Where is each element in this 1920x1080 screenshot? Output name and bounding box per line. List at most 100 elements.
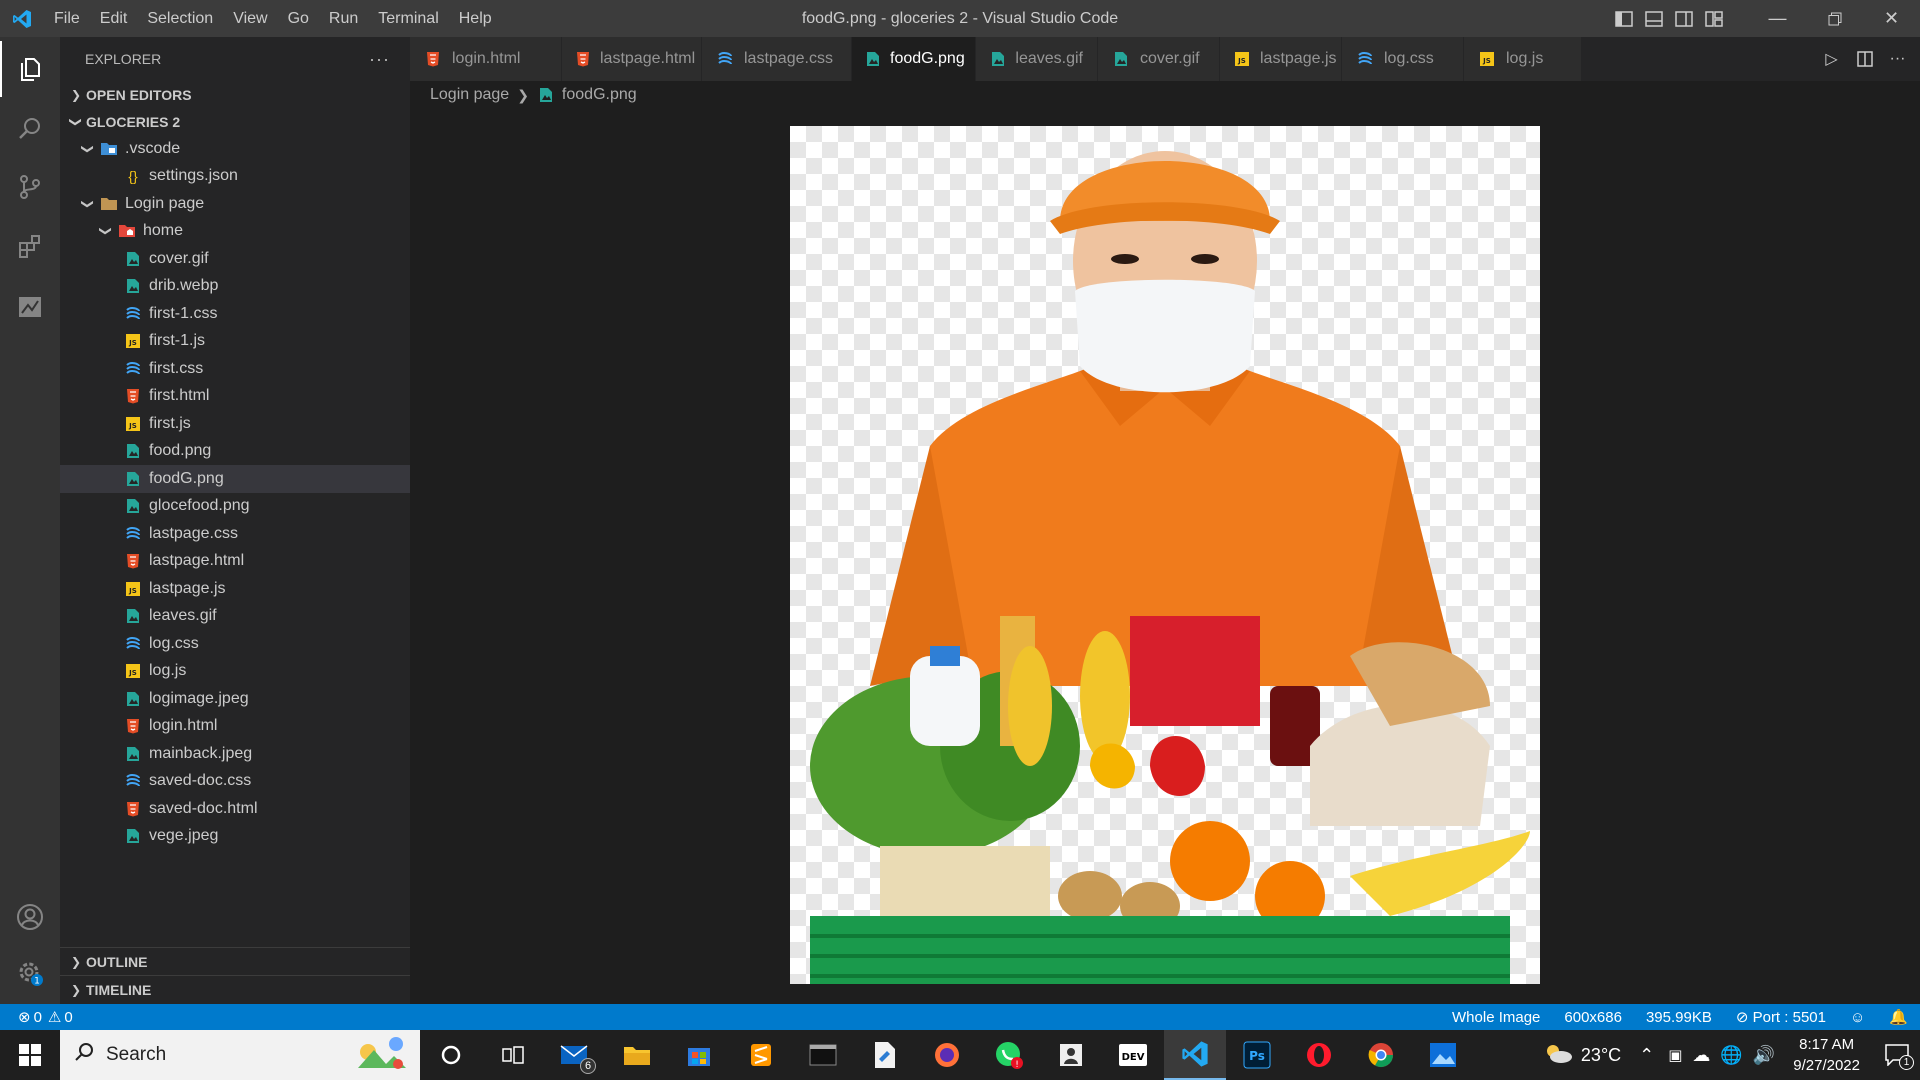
photoshop-icon[interactable]: Ps [1226,1030,1288,1080]
chrome-icon[interactable] [1350,1030,1412,1080]
dev-to-icon[interactable]: DEV [1102,1030,1164,1080]
tree-folder[interactable]: ❯ Login page [60,190,410,218]
network-globe-icon[interactable]: 🌐 [1720,1045,1742,1066]
split-editor-icon[interactable] [1848,51,1881,67]
restore-button[interactable] [1806,0,1863,37]
extensions-icon[interactable] [0,219,60,275]
close-window-button[interactable]: ✕ [1863,0,1920,37]
tree-file[interactable]: leaves.gif [60,603,410,631]
menu-selection[interactable]: Selection [137,0,223,37]
live-server-port[interactable]: ⊘ Port : 5501 [1724,1008,1838,1026]
tree-file[interactable]: first.html [60,383,410,411]
terminal-icon[interactable] [792,1030,854,1080]
toggle-secondary-sidebar-icon[interactable] [1669,0,1699,37]
menu-edit[interactable]: Edit [90,0,138,37]
toggle-panel-icon[interactable] [1639,0,1669,37]
tree-file[interactable]: logimage.jpeg [60,685,410,713]
tree-file[interactable]: cover.gif [60,245,410,273]
search-icon[interactable] [0,101,60,157]
document-editor-icon[interactable] [854,1030,916,1080]
breadcrumb-file[interactable]: foodG.png [562,86,637,104]
menu-view[interactable]: View [223,0,277,37]
tab-cover-gif[interactable]: cover.gif [1098,37,1220,81]
tree-file[interactable]: JS lastpage.js [60,575,410,603]
tab-lastpage-js[interactable]: JS lastpage.js [1220,37,1342,81]
breadcrumb-folder[interactable]: Login page [430,86,509,104]
mail-icon[interactable]: 6 [544,1030,606,1080]
zoom-status[interactable]: Whole Image [1440,1009,1552,1026]
menu-go[interactable]: Go [278,0,319,37]
weather-icon[interactable] [1543,1041,1573,1070]
open-editors-section[interactable]: ❯ OPEN EDITORS [60,81,410,108]
tab-lastpage-css[interactable]: lastpage.css [702,37,852,81]
task-view-icon[interactable] [482,1030,544,1080]
manage-gear-icon[interactable]: 1 [0,945,60,1001]
feedback-icon[interactable]: ☺ [1838,1009,1877,1026]
volume-icon[interactable]: 🔊 [1753,1045,1775,1066]
more-actions-icon[interactable]: ··· [369,49,390,70]
explorer-icon[interactable] [0,41,60,97]
tree-file[interactable]: food.png [60,438,410,466]
onedrive-cloud-icon[interactable]: ☁ [1692,1045,1710,1066]
menu-terminal[interactable]: Terminal [368,0,448,37]
tree-file[interactable]: JS log.js [60,658,410,686]
minimize-button[interactable]: — [1749,0,1806,37]
taskbar-search[interactable]: Search [60,1030,420,1080]
whatsapp-icon[interactable]: ! [978,1030,1040,1080]
sublime-text-icon[interactable] [730,1030,792,1080]
tree-file[interactable]: first.css [60,355,410,383]
tree-file[interactable]: JS first.js [60,410,410,438]
tab-log-css[interactable]: log.css [1342,37,1464,81]
cortana-icon[interactable] [420,1030,482,1080]
tree-file[interactable]: JS first-1.js [60,328,410,356]
source-control-icon[interactable] [0,159,60,215]
tree-file[interactable]: log.css [60,630,410,658]
tree-folder[interactable]: ❯ .vscode [60,135,410,163]
tree-file[interactable]: first-1.css [60,300,410,328]
toggle-primary-sidebar-icon[interactable] [1609,0,1639,37]
tab-login-html[interactable]: login.html [410,37,562,81]
temperature[interactable]: 23°C [1581,1045,1621,1066]
tree-file[interactable]: mainback.jpeg [60,740,410,768]
customize-layout-icon[interactable] [1699,0,1729,37]
firefox-icon[interactable] [916,1030,978,1080]
outline-section[interactable]: ❯ OUTLINE [60,948,410,975]
windows-start-icon[interactable] [0,1030,60,1080]
tab-leaves-gif[interactable]: leaves.gif [976,37,1098,81]
microsoft-store-icon[interactable] [668,1030,730,1080]
tree-folder[interactable]: ❯ home [60,218,410,246]
tree-file[interactable]: glocefood.png [60,493,410,521]
tree-file[interactable]: login.html [60,713,410,741]
tab-log-js[interactable]: JS log.js [1464,37,1582,81]
tree-file[interactable]: saved-doc.html [60,795,410,823]
menu-help[interactable]: Help [449,0,502,37]
image-preview[interactable] [790,126,1540,984]
tree-file[interactable]: lastpage.html [60,548,410,576]
run-icon[interactable]: ▷ [1815,49,1848,69]
tree-file[interactable]: drib.webp [60,273,410,301]
opera-icon[interactable] [1288,1030,1350,1080]
photos-icon[interactable] [1412,1030,1474,1080]
tab-lastpage-html[interactable]: lastpage.html [562,37,702,81]
notification-center-icon[interactable]: 1 [1874,1044,1920,1070]
file-explorer-icon[interactable] [606,1030,668,1080]
menu-file[interactable]: File [44,0,90,37]
workspace-section[interactable]: ❯ GLOCERIES 2 [60,108,410,135]
meet-now-icon[interactable]: ▣ [1668,1046,1682,1064]
clock[interactable]: 8:17 AM 9/27/2022 [1779,1034,1874,1076]
tree-file[interactable]: lastpage.css [60,520,410,548]
profile-app-icon[interactable] [1040,1030,1102,1080]
timeline-section[interactable]: ❯ TIMELINE [60,976,410,1003]
chevron-up-icon[interactable]: ⌃ [1639,1045,1654,1066]
tab-foodg-png[interactable]: foodG.png✕ [852,37,990,81]
more-actions-icon[interactable]: ··· [1881,50,1914,68]
accounts-icon[interactable] [0,889,60,945]
vscode-taskbar-icon[interactable] [1164,1030,1226,1080]
remote-explorer-icon[interactable] [0,279,60,335]
notifications-bell-icon[interactable]: 🔔 [1877,1008,1920,1026]
problems-indicator[interactable]: ⊗ 0 ⚠ 0 [0,1008,73,1027]
menu-run[interactable]: Run [319,0,368,37]
tree-file[interactable]: {} settings.json [60,163,410,191]
tree-file[interactable]: saved-doc.css [60,768,410,796]
tree-file[interactable]: foodG.png [60,465,410,493]
